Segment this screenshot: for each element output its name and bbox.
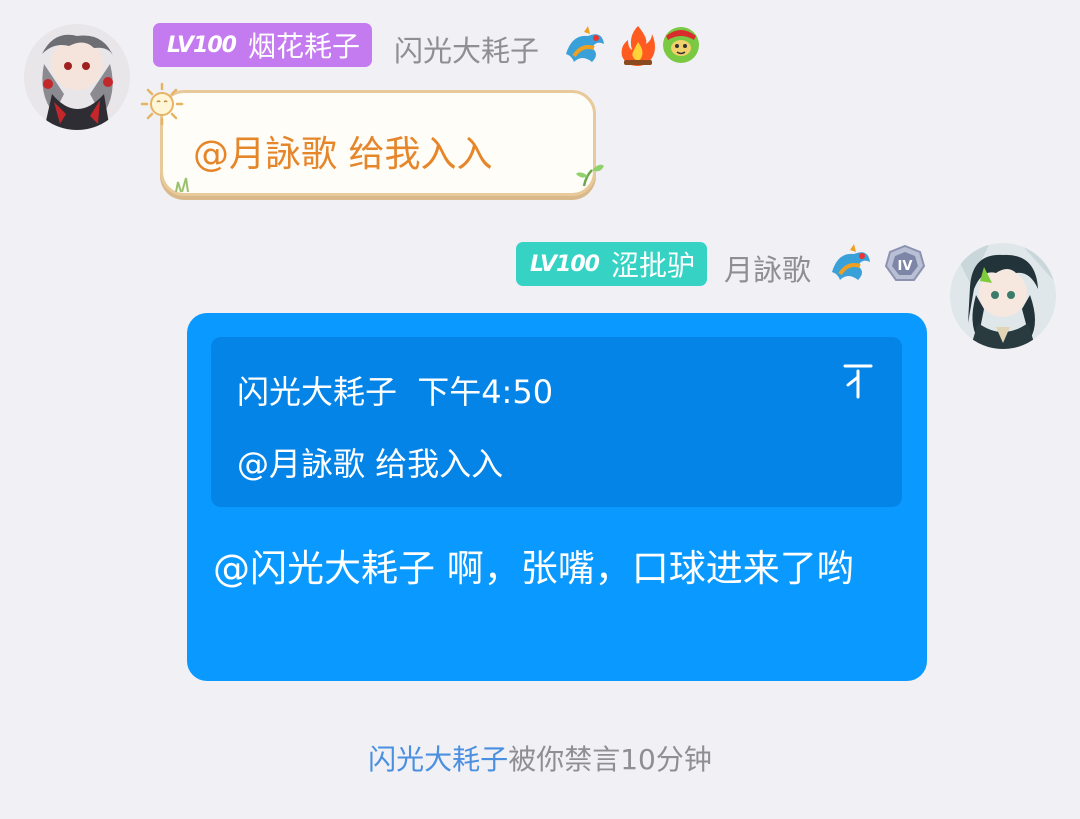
sprout-icon	[572, 158, 606, 192]
quoted-message[interactable]: 闪光大耗子 下午4:50 @月詠歌 给我入入	[211, 337, 902, 507]
grass-icon	[172, 176, 196, 196]
quote-text: @月詠歌 给我入入	[237, 445, 504, 483]
quote-author: 闪光大耗子	[237, 373, 398, 411]
dragon-icon	[562, 24, 608, 72]
green-face-icon	[660, 24, 702, 68]
message-bubble[interactable]: @月詠歌 给我入入	[160, 90, 596, 196]
message-bubble[interactable]: 闪光大耗子 下午4:50 @月詠歌 给我入入 @闪光大耗子 啊，张嘴，口球进来了…	[187, 313, 927, 681]
muted-user-link[interactable]: 闪光大耗子	[368, 743, 508, 776]
level-label: LV100	[530, 251, 600, 277]
title-label: 涩批驴	[610, 249, 695, 282]
my-nickname[interactable]: 月詠歌	[724, 247, 811, 289]
quote-time: 下午4:50	[417, 373, 554, 411]
svg-text:IV: IV	[898, 259, 913, 274]
title-label: 烟花耗子	[247, 30, 360, 63]
fire-icon	[618, 24, 658, 70]
jump-to-original-icon[interactable]	[843, 363, 873, 401]
title-badge: LV100 烟花耗子	[153, 23, 372, 67]
sender-avatar[interactable]	[24, 24, 130, 130]
rank-iv-icon: IV	[884, 244, 926, 288]
sun-icon	[134, 80, 190, 134]
system-notice: 闪光大耗子被你禁言10分钟	[0, 738, 1080, 778]
my-avatar[interactable]	[950, 243, 1056, 349]
message-text: @闪光大耗子 啊，张嘴，口球进来了哟	[213, 547, 854, 590]
message-text: @月詠歌 给我入入	[193, 134, 493, 175]
quote-header: 闪光大耗子 下午4:50	[237, 367, 553, 413]
title-badge: LV100 涩批驴	[516, 242, 707, 286]
level-label: LV100	[167, 32, 237, 58]
sender-nickname[interactable]: 闪光大耗子	[394, 28, 539, 70]
notice-text: 被你禁言10分钟	[508, 743, 712, 776]
dragon-icon	[828, 242, 874, 290]
